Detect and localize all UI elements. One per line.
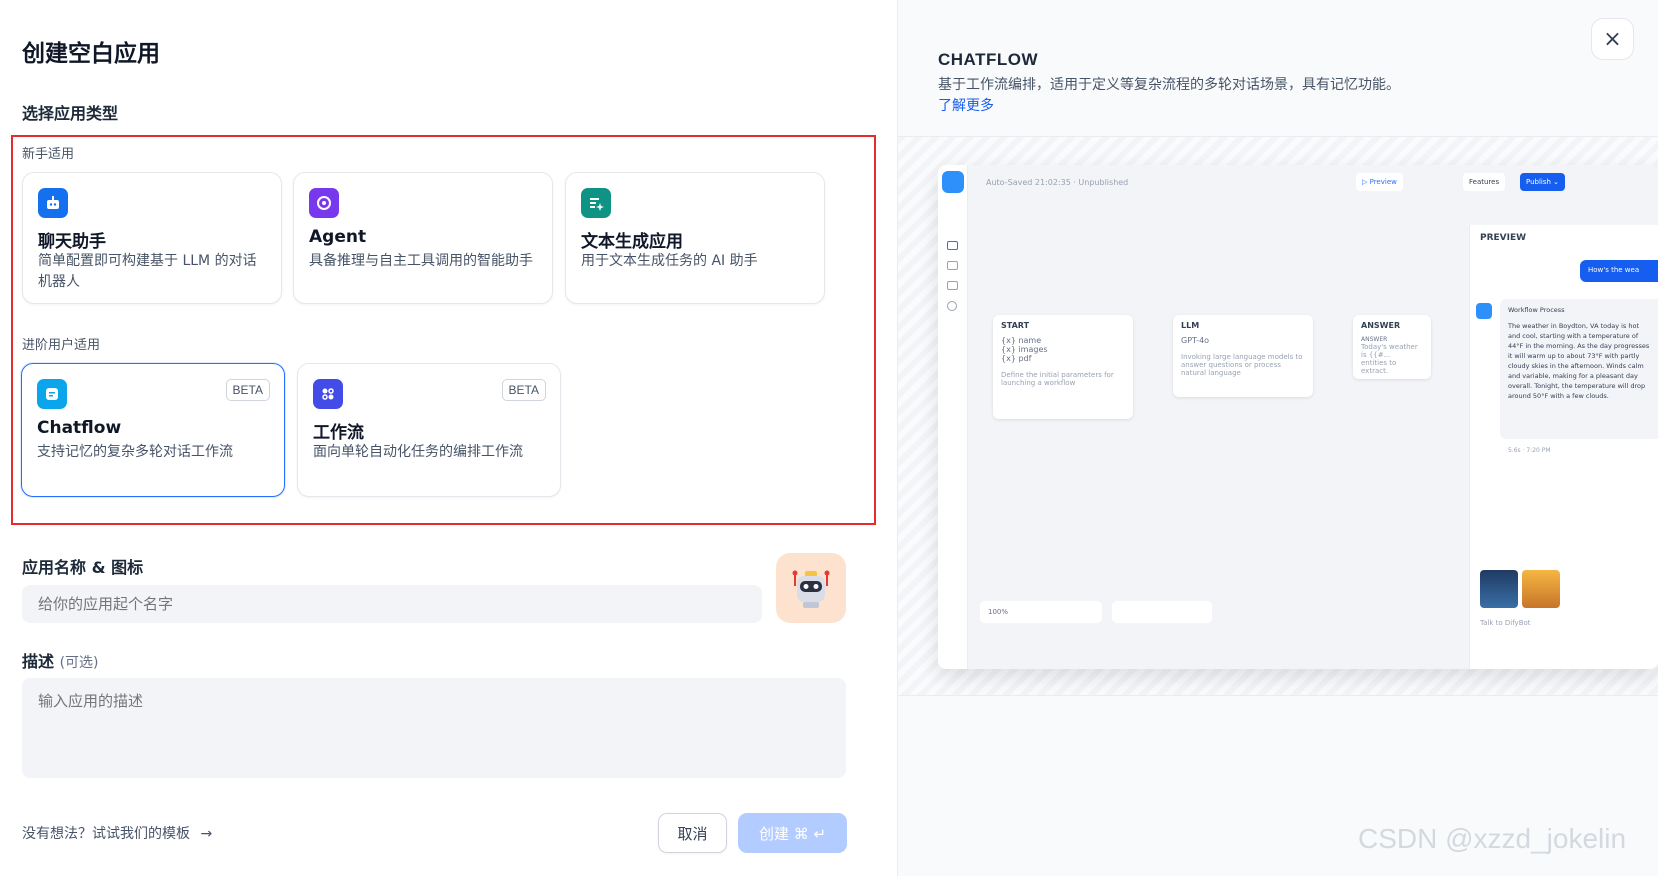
arrow-right-icon: → xyxy=(200,826,213,842)
node-line: GPT-4o xyxy=(1181,336,1210,345)
app-type-card-workflow[interactable]: BETA 工作流 面向单轮自动化任务的编排工作流 xyxy=(297,363,561,497)
app-name-input[interactable] xyxy=(22,585,762,623)
zoom-control: 100% xyxy=(980,601,1102,623)
chat-input: Talk to DifyBot xyxy=(1480,619,1531,627)
node-line: ANSWER xyxy=(1361,336,1388,343)
card-title: 聊天助手 xyxy=(38,232,106,252)
app-type-card-chatflow[interactable]: BETA Chatflow 支持记忆的复杂多轮对话工作流 xyxy=(21,363,285,497)
card-title: Chatflow xyxy=(37,418,122,438)
advanced-label: 进阶用户适用 xyxy=(22,338,101,353)
chat-robot-icon xyxy=(38,188,68,218)
app-type-card-agent[interactable]: Agent 具备推理与自主工具调用的智能助手 xyxy=(293,172,553,304)
canvas-icon xyxy=(947,241,958,250)
autosave-status: Auto-Saved 21:02:35 · Unpublished xyxy=(986,177,1129,187)
start-node: START {x} name {x} images {x} pdf Define… xyxy=(993,315,1133,419)
template-link[interactable]: 没有想法？试试我们的模板 → xyxy=(22,823,212,843)
desc-label: 描述 (可选) xyxy=(22,648,99,672)
publish-button: Publish ⌄ xyxy=(1520,173,1566,191)
card-desc: 简单配置即可构建基于 LLM 的对话机器人 xyxy=(38,253,257,290)
annotation-icon xyxy=(947,281,958,290)
text-generation-icon xyxy=(581,188,611,218)
card-desc: 支持记忆的复杂多轮对话工作流 xyxy=(37,444,233,460)
card-desc: 具备推理与自主工具调用的智能助手 xyxy=(309,253,533,269)
answer-node: ANSWER ANSWER Today's weather is {{#... … xyxy=(1353,315,1431,379)
logs-icon xyxy=(947,261,958,270)
robot-avatar-icon xyxy=(792,570,830,608)
card-title: Agent xyxy=(309,227,367,247)
beta-badge: BETA xyxy=(225,379,270,401)
preview-panel-title: PREVIEW xyxy=(1480,233,1527,243)
features-button: Features xyxy=(1463,173,1506,191)
preview-button: ▷ Preview xyxy=(1356,173,1403,191)
node-title: LLM xyxy=(1181,321,1200,330)
create-app-dialog: 创建空白应用 选择应用类型 新手适用 聊天助手 简单配置即可构建基于 LLM 的… xyxy=(0,0,1658,876)
preview-screenshot: Auto-Saved 21:02:35 · Unpublished ▷ Prev… xyxy=(938,165,1658,669)
image-thumbnail xyxy=(1480,570,1518,608)
name-label: 应用名称 & 图标 xyxy=(22,558,144,577)
bot-reply-text: The weather in Boydton, VA today is hot … xyxy=(1508,322,1650,400)
node-line: Today's weather is {{#... xyxy=(1361,343,1418,359)
card-title: 工作流 xyxy=(313,423,364,443)
desc-label-text: 描述 xyxy=(22,652,55,671)
workflow-process-label: Workflow Process xyxy=(1508,306,1565,314)
bot-message: Workflow Process The weather in Boydton,… xyxy=(1500,299,1658,439)
detail-title: CHATFLOW xyxy=(938,50,1038,69)
card-desc: 面向单轮自动化任务的编排工作流 xyxy=(313,444,523,460)
watermark: CSDN @xzzd_jokelin xyxy=(1358,823,1627,854)
zoom-level: 100% xyxy=(988,608,1009,616)
node-line: Invoking large language models to answer… xyxy=(1181,353,1303,377)
node-title: START xyxy=(1001,321,1030,330)
close-button[interactable]: × xyxy=(1591,18,1634,60)
beta-badge: BETA xyxy=(501,379,546,401)
detail-desc-text: 基于工作流编排，适用于定义等复杂流程的多轮对话场景，具有记忆功能。 xyxy=(938,77,1400,93)
node-line: entities to extract. xyxy=(1361,359,1397,375)
bot-avatar-icon xyxy=(1476,303,1492,319)
detail-desc: 基于工作流编排，适用于定义等复杂流程的多轮对话场景，具有记忆功能。 了解更多 xyxy=(938,75,1408,117)
preview-sidebar xyxy=(938,165,968,669)
desc-optional: (可选) xyxy=(59,655,99,671)
app-icon-picker[interactable] xyxy=(776,553,846,623)
close-icon: × xyxy=(1603,26,1622,52)
app-type-card-chatbot[interactable]: 聊天助手 简单配置即可构建基于 LLM 的对话机器人 xyxy=(22,172,282,304)
user-message: How's the wea xyxy=(1580,260,1658,282)
card-title: 文本生成应用 xyxy=(581,232,683,252)
history-controls xyxy=(1112,601,1212,623)
node-title: ANSWER xyxy=(1361,321,1401,330)
app-type-card-text-generation[interactable]: 文本生成应用 用于文本生成任务的 AI 助手 xyxy=(565,172,825,304)
cancel-button[interactable]: 取消 xyxy=(658,813,727,853)
beginner-label: 新手适用 xyxy=(22,147,75,162)
page-title: 创建空白应用 xyxy=(22,41,160,67)
learn-more-link[interactable]: 了解更多 xyxy=(938,98,994,114)
node-line: {x} images xyxy=(1001,345,1048,354)
llm-node: LLM GPT-4o Invoking large language model… xyxy=(1173,315,1313,397)
agent-icon xyxy=(309,188,339,218)
workflow-icon xyxy=(313,379,343,409)
node-line: {x} name xyxy=(1001,336,1042,345)
app-desc-textarea[interactable] xyxy=(22,678,846,778)
node-line: {x} pdf xyxy=(1001,354,1032,363)
app-logo-icon xyxy=(942,171,964,193)
monitor-icon xyxy=(947,301,957,311)
create-button[interactable]: 创建 ⌘ ↵ xyxy=(738,813,847,853)
chat-preview-panel: PREVIEW How's the wea Workflow Process T… xyxy=(1469,225,1658,669)
template-link-text: 没有想法？试试我们的模板 xyxy=(22,826,190,842)
create-form-panel: 创建空白应用 选择应用类型 新手适用 聊天助手 简单配置即可构建基于 LLM 的… xyxy=(0,0,897,876)
card-desc: 用于文本生成任务的 AI 助手 xyxy=(581,253,758,269)
chatflow-icon xyxy=(37,379,67,409)
app-type-heading: 选择应用类型 xyxy=(22,104,119,123)
node-line: Define the initial parameters for launch… xyxy=(1001,371,1114,387)
image-thumbnail xyxy=(1522,570,1560,608)
message-meta: 5.6s · 7:20 PM xyxy=(1508,447,1551,454)
